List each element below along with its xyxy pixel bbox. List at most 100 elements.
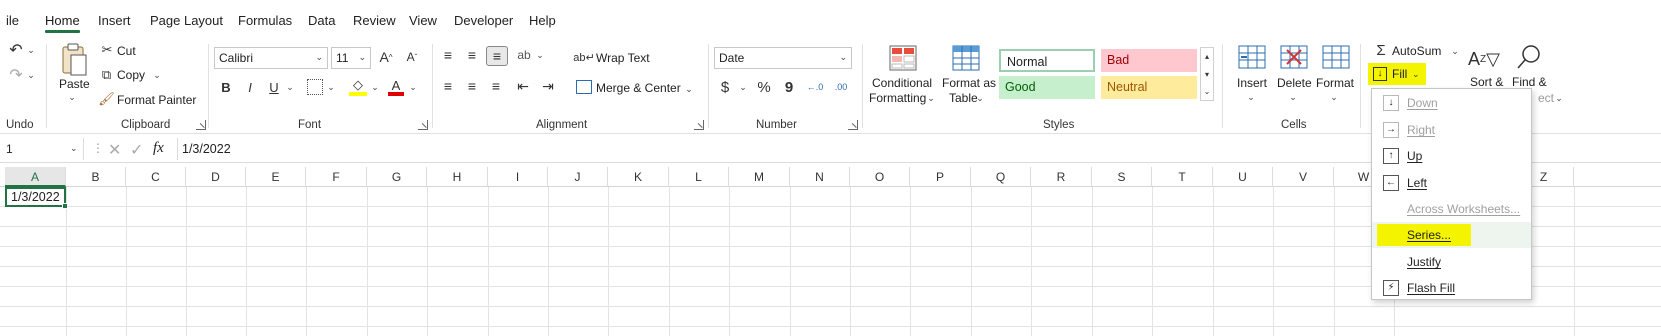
tab-formulas[interactable]: Formulas [238,13,292,28]
style-bad[interactable]: Bad [1101,49,1197,72]
column-header[interactable]: V [1273,167,1334,187]
align-center-icon[interactable]: ≡ [464,78,480,94]
menu-item-fill-up[interactable]: ↑ Up [1372,143,1531,169]
styles-gallery-scroll[interactable]: ▴ ▾ ⌄ [1200,47,1214,101]
column-header[interactable]: B [66,167,126,187]
cut-button[interactable]: Cut [117,44,136,58]
currency-button[interactable]: $ [718,78,732,96]
find-select-label-2[interactable]: ect [1538,91,1554,105]
paste-button[interactable]: Paste [59,77,90,91]
copy-button[interactable]: Copy [117,68,145,82]
format-dropdown-icon[interactable]: ⌄ [1330,92,1338,102]
column-header[interactable]: R [1031,167,1092,187]
menu-item-fill-across-worksheets[interactable]: Across Worksheets... [1372,196,1531,222]
tab-view[interactable]: View [409,13,437,28]
conditional-formatting-dropdown-icon[interactable]: ⌄ [927,93,935,103]
delete-dropdown-icon[interactable]: ⌄ [1289,92,1297,102]
align-bottom-icon[interactable]: ≡ [486,46,508,66]
tab-file[interactable]: ile [6,13,19,28]
cancel-icon[interactable]: ✕ [108,140,121,160]
column-header[interactable]: I [488,167,548,187]
find-select-icon[interactable] [1514,42,1544,72]
insert-cells-button[interactable]: Insert [1237,76,1267,90]
column-header[interactable]: J [548,167,608,187]
percent-button[interactable]: % [755,78,773,96]
column-header[interactable]: O [850,167,910,187]
tab-review[interactable]: Review [353,13,396,28]
column-header[interactable]: P [910,167,971,187]
align-middle-icon[interactable]: ≡ [464,47,480,63]
tab-help[interactable]: Help [529,13,556,28]
menu-item-fill-left[interactable]: ← Left [1372,170,1531,196]
menu-item-flash-fill[interactable]: ⚡ Flash Fill [1372,275,1531,301]
column-header[interactable]: U [1213,167,1273,187]
style-neutral[interactable]: Neutral [1101,76,1197,99]
column-header[interactable]: G [367,167,427,187]
increase-font-size-icon[interactable]: A ^ [377,48,395,66]
scroll-up-icon[interactable]: ▴ [1202,49,1212,63]
redo-dropdown-icon[interactable]: ⌄ [26,70,36,80]
menu-item-fill-down[interactable]: ↓ Down [1372,90,1531,116]
conditional-formatting-icon[interactable] [888,44,918,72]
delete-cells-icon[interactable] [1279,44,1309,70]
underline-button[interactable]: U [267,78,281,96]
italic-button[interactable]: I [243,78,257,96]
wrap-text-icon[interactable]: ab↵ [573,49,594,65]
menu-item-fill-right[interactable]: → Right [1372,117,1531,143]
autosum-button[interactable]: AutoSum [1392,44,1441,58]
format-painter-icon[interactable]: 🖌 [98,91,115,106]
menu-item-fill-justify[interactable]: Justify [1372,249,1531,275]
format-as-table-label-2[interactable]: Table [949,91,978,105]
format-as-table-dropdown-icon[interactable]: ⌄ [976,93,984,103]
autosum-dropdown-icon[interactable]: ⌄ [1450,46,1460,56]
column-header[interactable]: E [246,167,306,187]
bold-button[interactable]: B [219,78,233,96]
undo-dropdown-icon[interactable]: ⌄ [26,45,36,55]
column-header[interactable]: S [1092,167,1152,187]
sort-filter-icon[interactable]: A Z ▽ [1468,46,1500,72]
decrease-decimal-icon[interactable]: .00 [832,79,850,95]
fill-handle[interactable] [62,203,68,209]
increase-decimal-icon[interactable]: ←.0 [806,79,824,95]
number-format-dropdown[interactable]: Date ⌄ [714,47,852,69]
cut-icon[interactable]: ✂ [100,42,114,57]
column-header[interactable]: T [1152,167,1213,187]
font-launcher-icon[interactable] [418,120,428,130]
copy-icon[interactable]: ⧉ [99,67,114,82]
borders-dropdown-icon[interactable]: ⌄ [326,82,336,92]
tab-page-layout[interactable]: Page Layout [150,13,223,28]
orientation-dropdown-icon[interactable]: ⌄ [535,50,545,60]
decrease-indent-icon[interactable]: ⇤ [515,78,531,94]
wrap-text-button[interactable]: Wrap Text [596,51,650,65]
format-cells-button[interactable]: Format [1316,76,1354,90]
menu-item-fill-series[interactable]: Series... [1372,222,1531,248]
column-header[interactable]: N [790,167,850,187]
font-size-dropdown[interactable]: 11 ⌄ [331,47,371,69]
merge-center-icon[interactable] [576,80,592,94]
active-cell-a1[interactable]: 1/3/2022 [5,187,68,209]
autosum-icon[interactable]: Σ [1374,42,1388,59]
enter-icon[interactable]: ✓ [130,140,143,160]
align-top-icon[interactable]: ≡ [440,47,456,63]
fill-color-icon[interactable]: ◇ [349,77,367,96]
column-header[interactable]: K [608,167,669,187]
paste-dropdown-icon[interactable]: ⌄ [66,92,78,102]
paste-icon[interactable] [60,41,88,77]
format-cells-icon[interactable] [1321,42,1351,70]
style-good[interactable]: Good [999,76,1095,99]
column-header[interactable]: M [729,167,790,187]
font-name-dropdown[interactable]: Calibri ⌄ [214,47,328,69]
column-header[interactable]: D [186,167,246,187]
fill-button[interactable]: ↓ Fill ⌄ [1368,63,1426,85]
sort-filter-button[interactable]: Sort & [1470,75,1503,89]
increase-indent-icon[interactable]: ⇥ [540,78,556,94]
undo-icon[interactable]: ↶ [6,41,26,59]
decrease-font-size-icon[interactable]: Aˇ [403,48,421,66]
font-color-icon[interactable]: A [388,78,404,96]
conditional-formatting-label-2[interactable]: Formatting [869,91,926,105]
align-right-icon[interactable]: ≡ [488,78,504,94]
column-header[interactable]: F [306,167,367,187]
insert-dropdown-icon[interactable]: ⌄ [1247,92,1255,102]
insert-function-button[interactable]: fx [153,140,164,157]
number-launcher-icon[interactable] [848,120,858,130]
